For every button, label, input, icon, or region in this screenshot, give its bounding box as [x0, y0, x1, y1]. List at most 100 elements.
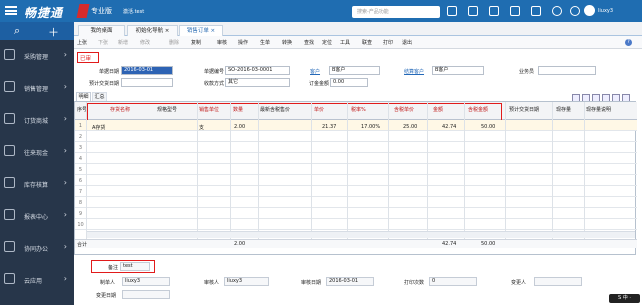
- phone-icon[interactable]: [531, 6, 541, 16]
- menu-new[interactable]: 新增: [118, 39, 128, 46]
- change-date-field[interactable]: [122, 290, 170, 299]
- horizontal-scrollbar[interactable]: [87, 231, 635, 238]
- mail-icon[interactable]: [510, 6, 520, 16]
- note-label: 备注: [108, 265, 119, 271]
- sidebar-item-inventory[interactable]: 库存核算 ›: [0, 170, 74, 198]
- unit-cell[interactable]: 支: [199, 124, 204, 131]
- date-label: 单据日期: [98, 69, 119, 75]
- search-icon[interactable]: ⌕: [14, 24, 20, 38]
- total-tax-amount: 50.00: [481, 241, 496, 247]
- sidebar-item-label: 往来现金: [24, 150, 49, 157]
- total-qty: 2.00: [234, 241, 246, 247]
- office-icon: [4, 241, 15, 252]
- sidebar-item-store[interactable]: 订货商城 ›: [0, 106, 74, 134]
- salesman-field[interactable]: [538, 66, 596, 75]
- note-field[interactable]: test: [120, 262, 150, 271]
- help-icon[interactable]: ?: [625, 39, 632, 46]
- chevron-right-icon: ›: [63, 82, 67, 91]
- menu-print[interactable]: 退出: [402, 39, 412, 46]
- tenant-name: 激活.test: [123, 9, 145, 15]
- menu-message[interactable]: 打印: [383, 39, 393, 46]
- doc-no-field[interactable]: SO-2016-03-0001: [225, 66, 290, 75]
- item-name-cell[interactable]: A存货: [92, 124, 105, 131]
- approver-field[interactable]: liuxy3: [224, 277, 269, 286]
- qty-cell[interactable]: 2.00: [234, 124, 245, 130]
- search-input[interactable]: 搜索-产品功能: [352, 6, 440, 18]
- store-icon: [4, 113, 15, 124]
- help-icon[interactable]: [570, 6, 580, 16]
- row-number: 10: [77, 222, 84, 228]
- menu-copy[interactable]: 复制: [191, 39, 201, 46]
- delivery-date-field[interactable]: [121, 78, 173, 87]
- changer-field[interactable]: [534, 277, 582, 286]
- sidebar-item-label: 云应用: [24, 278, 43, 285]
- grid-icon[interactable]: [468, 6, 478, 16]
- amount-cell[interactable]: 42.74: [442, 124, 456, 130]
- menu-query[interactable]: 联查: [362, 39, 372, 46]
- sidebar-item-cash[interactable]: 往来现金 ›: [0, 138, 74, 166]
- print-count-field[interactable]: 0: [429, 277, 477, 286]
- tab-bar: 我的桌面 初始化导航 × 销售订单 ×: [74, 22, 642, 37]
- menu-edit[interactable]: 修改: [140, 39, 150, 46]
- user-name[interactable]: liuxy3: [598, 8, 613, 14]
- bell-icon[interactable]: [489, 6, 499, 16]
- col-latest-price: 最新含税售价: [260, 107, 291, 113]
- menu-convert[interactable]: 转换: [282, 39, 292, 46]
- gear-icon[interactable]: [552, 6, 562, 16]
- tax-price-cell[interactable]: 25.00: [403, 124, 417, 130]
- change-date-label: 变更日期: [96, 293, 117, 299]
- payment-method-field[interactable]: 其它: [225, 78, 290, 87]
- sidebar-item-office[interactable]: 协同办公 ›: [0, 234, 74, 262]
- settle-customer-link[interactable]: 结算客户: [404, 68, 424, 75]
- deposit-field[interactable]: 0.00: [330, 78, 368, 87]
- menu-icon[interactable]: [5, 6, 17, 15]
- sidebar-item-purchase[interactable]: 采购管理 ›: [0, 42, 74, 70]
- customer-link[interactable]: 客户: [310, 68, 320, 75]
- audit-date-label: 审核日期: [301, 280, 322, 286]
- price-cell[interactable]: 21.37: [322, 124, 336, 130]
- col-spec: 规格型号: [157, 107, 178, 113]
- menu-delete[interactable]: 删除: [169, 39, 179, 46]
- menu-action[interactable]: 操作: [238, 39, 248, 46]
- col-unit: 销售单位: [199, 107, 220, 113]
- totals-row: 合计 2.00 42.74 50.00: [75, 239, 637, 248]
- chevron-right-icon: ›: [63, 274, 67, 283]
- menu-locate[interactable]: 定位: [322, 39, 332, 46]
- col-stock: 现存量: [556, 107, 572, 113]
- audit-date-field[interactable]: 2016-03-01: [326, 277, 374, 286]
- col-tax-rate: 税率%: [351, 107, 366, 113]
- menu-audit[interactable]: 审核: [217, 39, 227, 46]
- approver-label: 审核人: [204, 280, 220, 286]
- sidebar-item-sales[interactable]: 销售管理 ›: [0, 74, 74, 102]
- sidebar-item-report[interactable]: 报表中心 ›: [0, 202, 74, 230]
- menu-bar: 上张 下张 新增 修改 删除 复制 审核 操作 生单 转换 查找 定位 工具 联…: [74, 36, 642, 49]
- col-delivery-date: 预计交货日期: [509, 107, 540, 113]
- sidebar-item-label: 订货商城: [24, 118, 49, 125]
- date-field[interactable]: 2016-03-01: [121, 66, 173, 75]
- sidebar-toolbar: ⌕ ＋: [0, 22, 74, 40]
- avatar[interactable]: [584, 5, 595, 16]
- sidebar-item-cloud[interactable]: 云应用 ›: [0, 266, 74, 294]
- salesman-label: 业务员: [518, 69, 534, 75]
- menu-next[interactable]: 下张: [98, 39, 108, 46]
- chart-icon: [4, 81, 15, 92]
- customer-field[interactable]: B客户: [329, 66, 380, 75]
- doc-no-label: 单据编号: [203, 69, 224, 75]
- maker-field[interactable]: liuxy3: [122, 277, 170, 286]
- menu-tools[interactable]: 工具: [340, 39, 350, 46]
- menu-find[interactable]: 查找: [304, 39, 314, 46]
- col-amount: 金额: [433, 107, 444, 113]
- tax-rate-cell[interactable]: 17.00%: [361, 124, 380, 130]
- search-icon[interactable]: [447, 6, 457, 16]
- ime-indicator: S 中 ·: [609, 294, 640, 303]
- order-table: 序号 存货名称 规格型号 销售单位 数量 最新含税售价 单价 税率% 含税单价 …: [74, 101, 637, 255]
- tab-desktop[interactable]: 我的桌面: [78, 25, 125, 36]
- chevron-right-icon: ›: [63, 210, 67, 219]
- tab-init-nav[interactable]: 初始化导航 ×: [127, 25, 178, 36]
- menu-prev[interactable]: 上张: [77, 39, 87, 46]
- tax-amount-cell[interactable]: 50.00: [481, 124, 495, 130]
- menu-generate[interactable]: 生单: [260, 39, 270, 46]
- add-icon[interactable]: ＋: [48, 24, 59, 40]
- settle-customer-field[interactable]: B客户: [432, 66, 484, 75]
- status-badge: 已审: [80, 56, 92, 62]
